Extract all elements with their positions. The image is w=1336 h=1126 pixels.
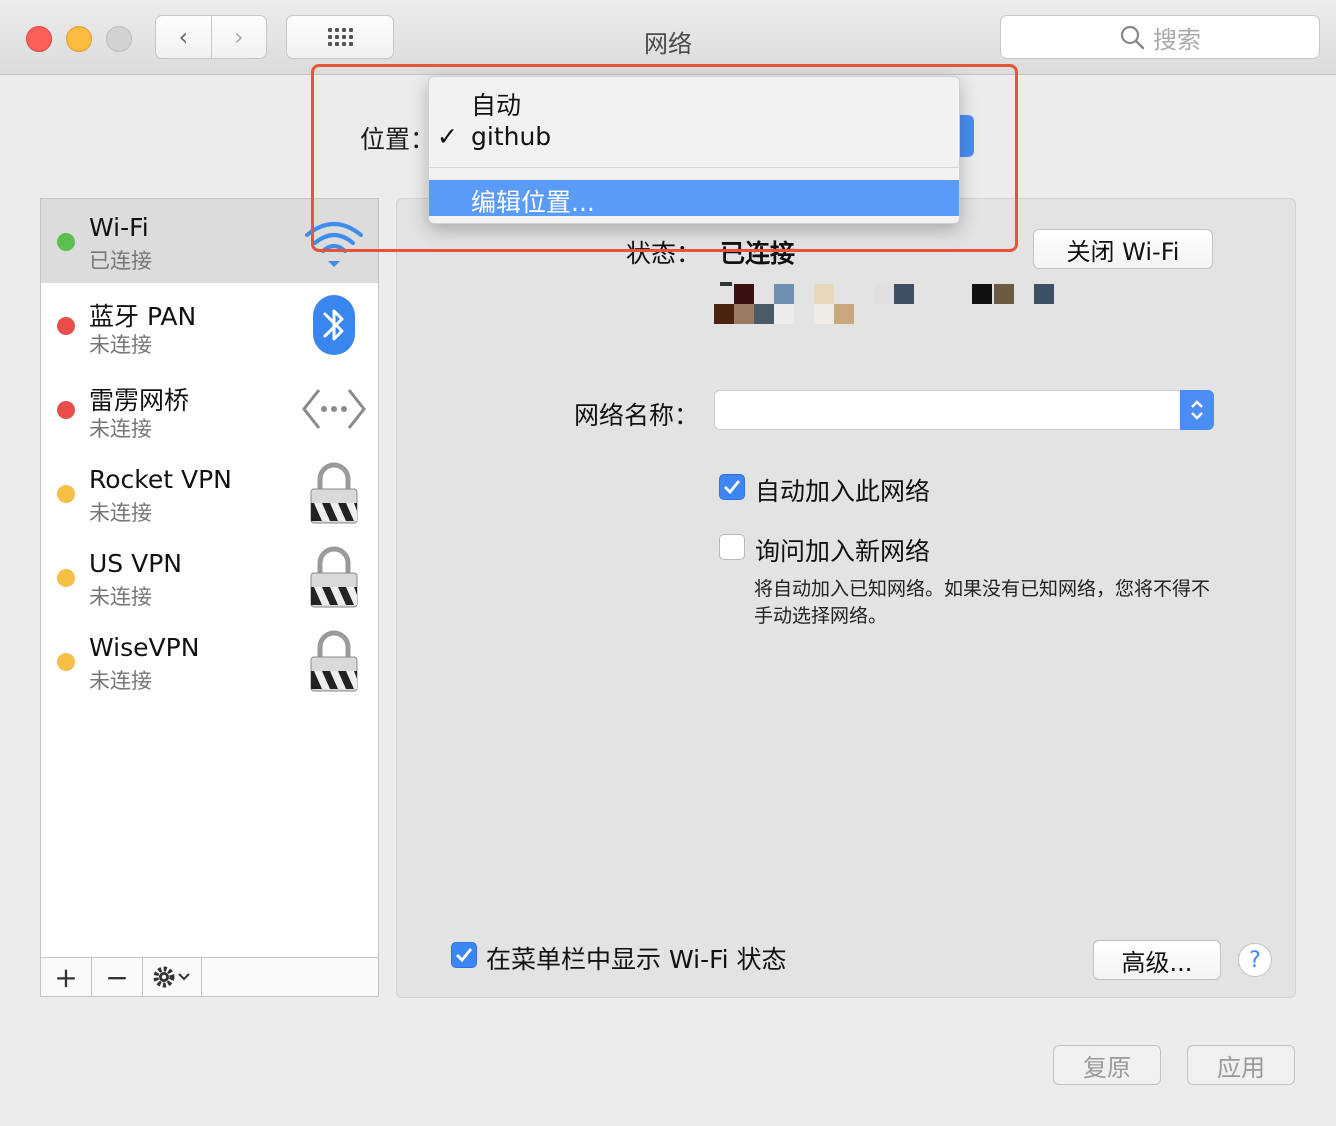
service-name: WiseVPN [89, 633, 200, 662]
close-window-button[interactable] [26, 26, 52, 52]
status-value: 已连接 [720, 239, 796, 268]
checkmark-icon [724, 480, 741, 495]
service-status: 已连接 [89, 249, 152, 273]
service-status: 未连接 [89, 669, 152, 693]
minimize-window-button[interactable] [66, 26, 92, 52]
ask-join-checkbox[interactable] [719, 534, 745, 560]
lock-icon [301, 629, 367, 693]
location-menu-item-auto[interactable]: 自动 [429, 83, 959, 120]
apply-button[interactable]: 应用 [1187, 1045, 1295, 1085]
service-status: 未连接 [89, 333, 152, 357]
lock-icon [301, 545, 367, 609]
auto-join-checkbox[interactable] [719, 474, 745, 500]
back-button[interactable]: ‹ [156, 16, 211, 58]
show-menubar-label: 在菜单栏中显示 Wi-Fi 状态 [486, 945, 787, 974]
service-name: 蓝牙 PAN [89, 302, 197, 331]
lock-icon [301, 461, 367, 525]
service-actions-button[interactable] [143, 958, 202, 996]
status-dot [57, 317, 75, 335]
auto-join-label: 自动加入此网络 [755, 477, 931, 506]
location-menu-item-edit[interactable]: 编辑位置... [429, 180, 959, 217]
menu-separator [429, 167, 959, 168]
menu-item-label: 编辑位置... [471, 188, 595, 217]
service-item-us-vpn[interactable]: US VPN 未连接 [41, 535, 378, 619]
service-name: 雷雳网桥 [89, 386, 190, 415]
service-list: Wi-Fi 已连接 蓝牙 PAN 未连接 雷雳网桥 未连接 Rocket VPN… [40, 198, 379, 958]
service-status: 未连接 [89, 585, 152, 609]
revert-button[interactable]: 复原 [1053, 1045, 1161, 1085]
grid-icon [327, 28, 353, 46]
network-preferences-window: ‹ › 网络 搜索 位置： Wi-Fi 已连接 蓝牙 PAN 未连接 雷雳网桥 … [0, 0, 1336, 1126]
menu-item-label: github [471, 122, 552, 151]
navigation-buttons: ‹ › [155, 15, 267, 59]
status-dot [57, 653, 75, 671]
zoom-window-button[interactable] [106, 26, 132, 52]
service-list-toolbar: + − [40, 957, 379, 997]
location-menu-item-github[interactable]: ✓ github [429, 119, 959, 155]
location-label: 位置： [360, 125, 436, 154]
search-icon [1120, 25, 1145, 50]
service-item-wifi[interactable]: Wi-Fi 已连接 [41, 199, 378, 283]
service-item-wisevpn[interactable]: WiseVPN 未连接 [41, 619, 378, 703]
service-item-rocket-vpn[interactable]: Rocket VPN 未连接 [41, 451, 378, 535]
network-name-popup[interactable] [714, 390, 1214, 430]
redacted-network-info [714, 282, 1094, 326]
service-name: Rocket VPN [89, 465, 232, 494]
ask-join-description: 将自动加入已知网络。如果没有已知网络，您将不得不手动选择网络。 [754, 578, 1211, 627]
help-button[interactable]: ? [1238, 943, 1272, 977]
service-name: Wi-Fi [89, 213, 149, 242]
checkmark-icon [456, 948, 473, 963]
advanced-button[interactable]: 高级... [1093, 940, 1221, 980]
show-menubar-checkbox[interactable] [451, 942, 477, 968]
ask-join-label: 询问加入新网络 [755, 537, 931, 566]
status-dot [57, 233, 75, 251]
status-label: 状态： [626, 239, 702, 268]
remove-service-button[interactable]: − [92, 958, 143, 996]
show-all-button[interactable] [286, 15, 394, 59]
service-status: 未连接 [89, 501, 152, 525]
title-bar: ‹ › 网络 搜索 [0, 0, 1336, 75]
status-dot [57, 485, 75, 503]
gear-icon [153, 966, 190, 988]
network-name-label: 网络名称： [574, 401, 700, 430]
service-status: 未连接 [89, 417, 152, 441]
search-placeholder: 搜索 [1153, 25, 1201, 54]
chevron-up-down-icon [1180, 390, 1214, 430]
wifi-icon [301, 209, 367, 273]
status-dot [57, 401, 75, 419]
search-field[interactable]: 搜索 [1000, 15, 1320, 59]
menu-item-label: 自动 [471, 91, 522, 120]
turn-off-wifi-button[interactable]: 关闭 Wi-Fi [1033, 229, 1213, 269]
chevron-right-icon: › [233, 23, 244, 51]
status-dot [57, 569, 75, 587]
service-item-bluetooth-pan[interactable]: 蓝牙 PAN 未连接 [41, 283, 378, 367]
bluetooth-icon [301, 293, 367, 357]
chevron-left-icon: ‹ [178, 23, 189, 51]
service-item-thunderbolt-bridge[interactable]: 雷雳网桥 未连接 [41, 367, 378, 451]
add-service-button[interactable]: + [41, 958, 92, 996]
forward-button[interactable]: › [210, 16, 267, 58]
service-name: US VPN [89, 549, 182, 578]
location-menu: 自动 ✓ github 编辑位置... [428, 76, 960, 224]
checkmark-icon: ✓ [437, 122, 458, 151]
thunderbolt-bridge-icon [301, 377, 367, 441]
